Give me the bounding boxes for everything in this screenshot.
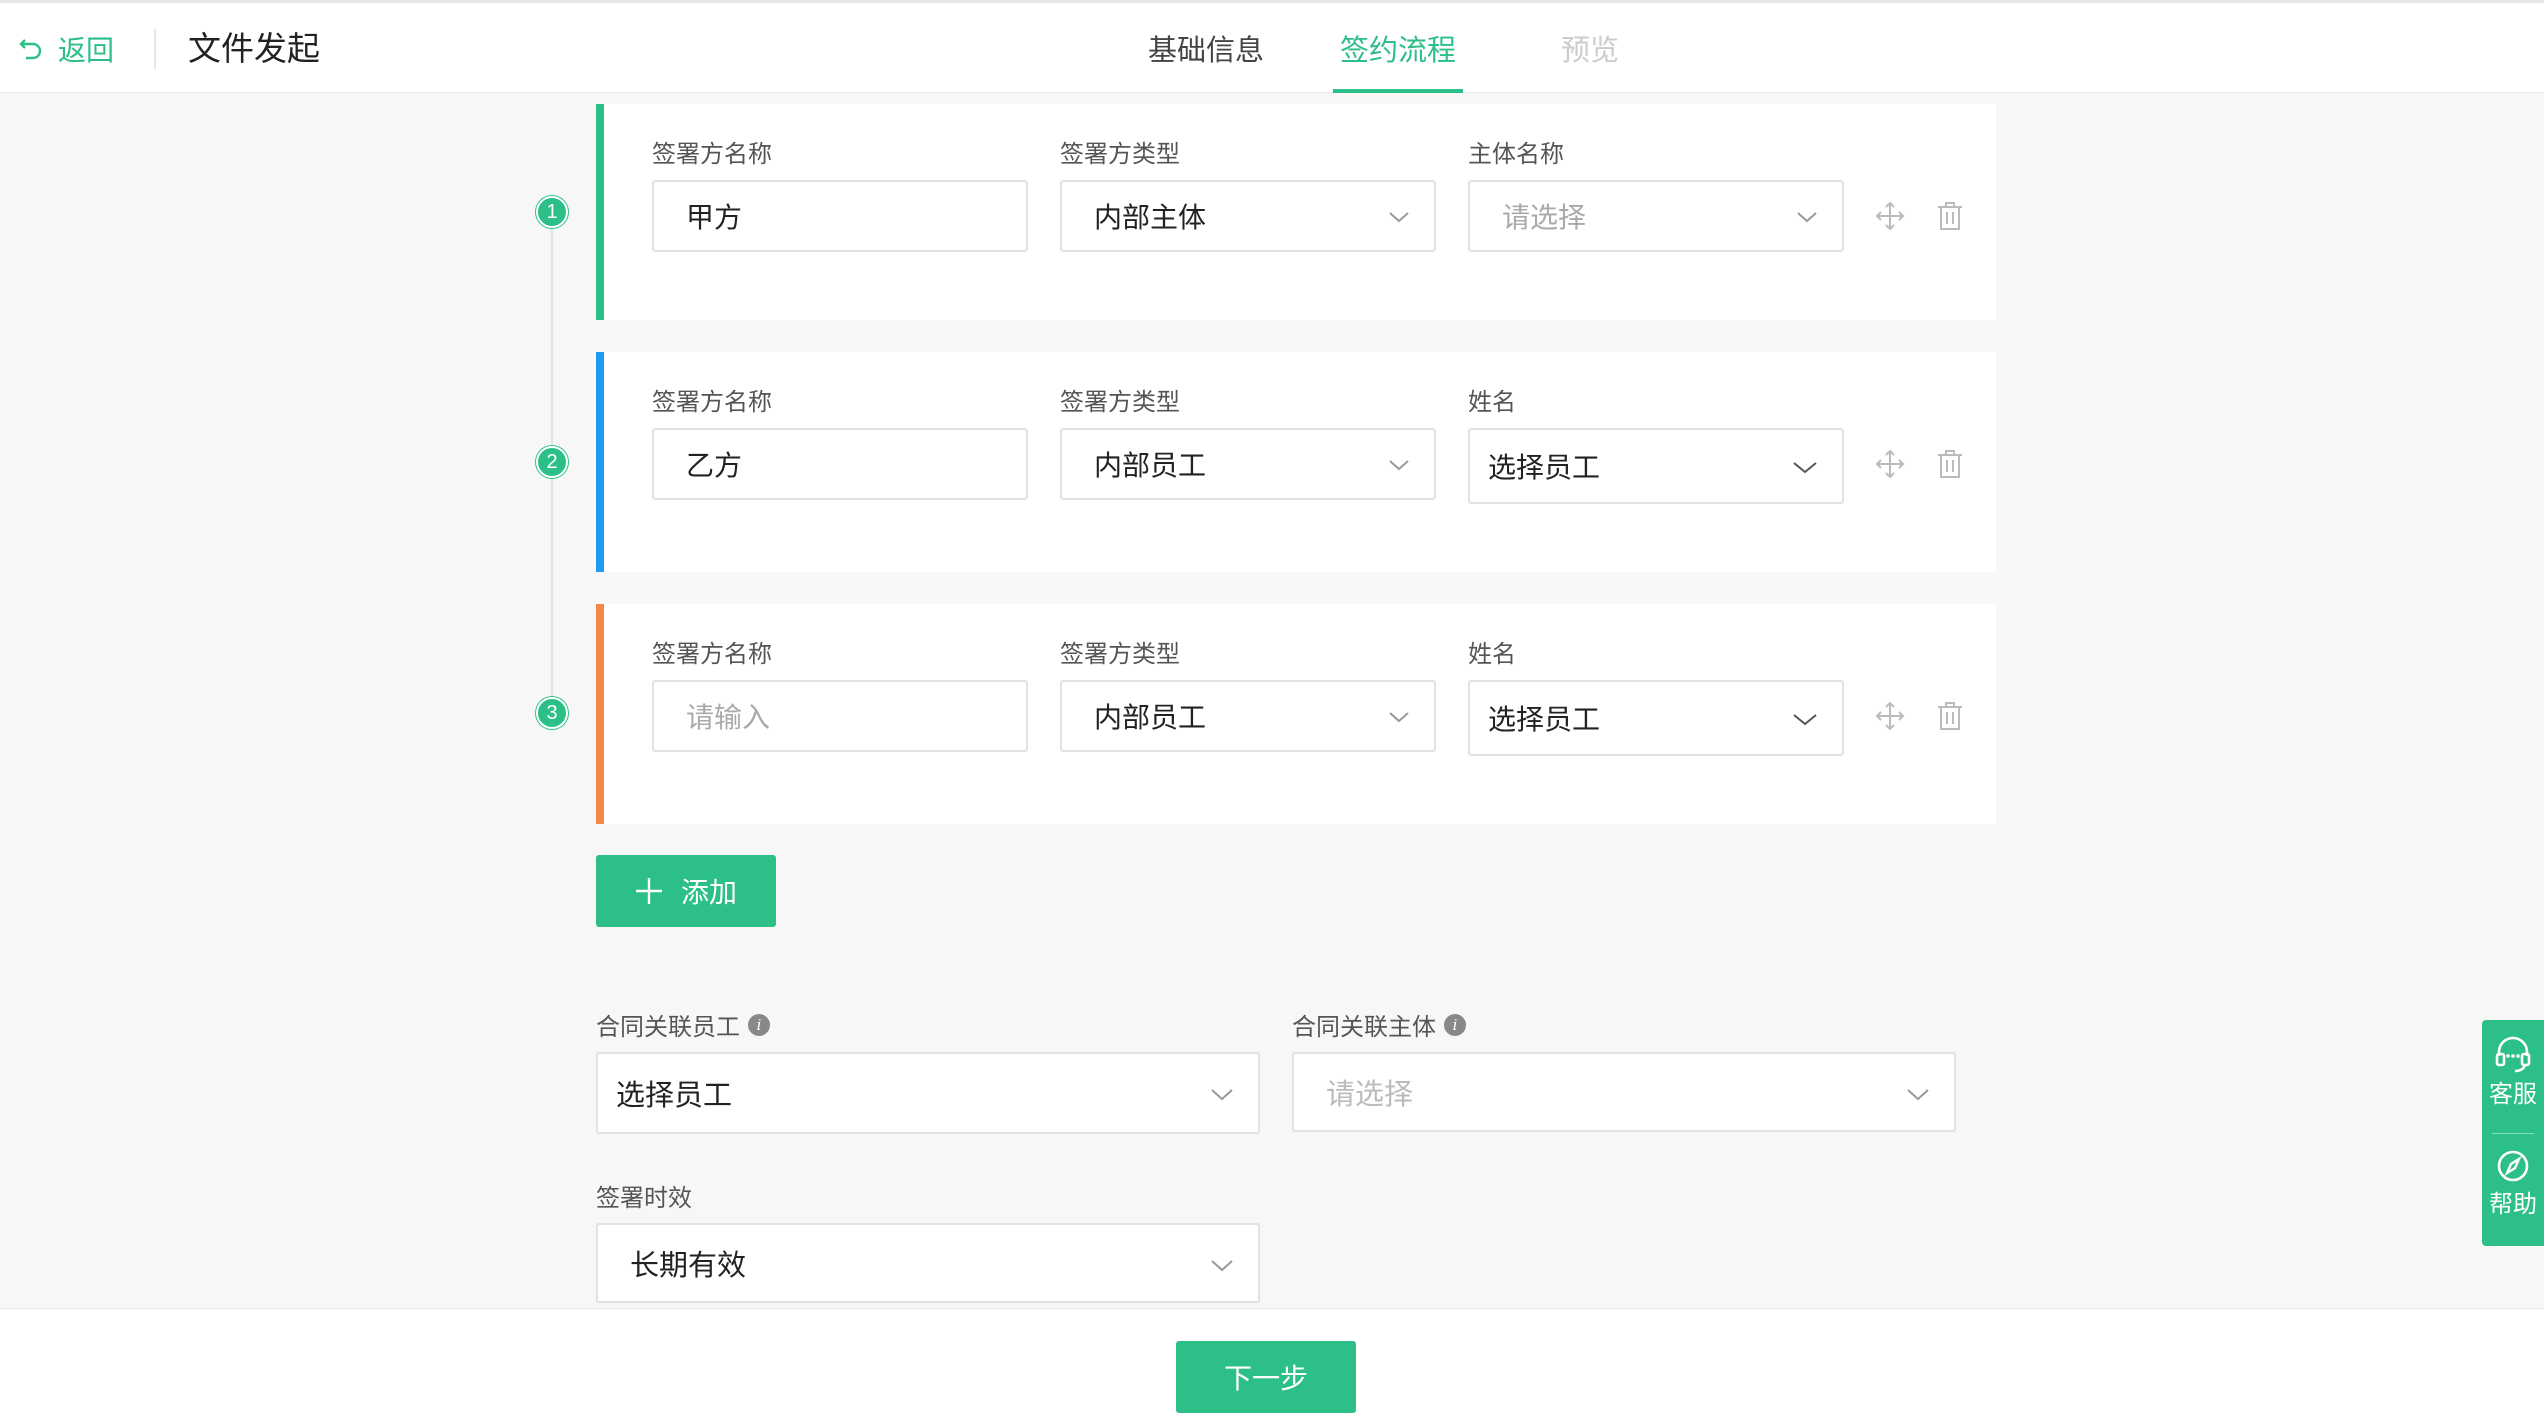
- signer-name-label: 签署方名称: [652, 141, 772, 168]
- floating-service-panel: 客服 帮助: [2482, 1020, 2544, 1246]
- signer-type-value: 内部员工: [1094, 450, 1207, 481]
- employee-select-value: 选择员工: [1488, 704, 1601, 735]
- signer-type-value: 内部主体: [1094, 202, 1207, 233]
- validity-select[interactable]: 长期有效: [596, 1223, 1260, 1303]
- related-entity-select[interactable]: 请选择: [1292, 1052, 1956, 1132]
- compass-icon: [2497, 1150, 2529, 1182]
- customer-service-button[interactable]: 客服: [2482, 1034, 2544, 1109]
- move-button[interactable]: [1872, 446, 1908, 482]
- add-signer-button[interactable]: 添加: [596, 855, 776, 927]
- employee-select[interactable]: 选择员工: [1468, 680, 1844, 756]
- move-icon: [1875, 449, 1905, 479]
- page-title: 文件发起: [188, 30, 320, 67]
- signer-type-select[interactable]: 内部员工: [1060, 428, 1436, 500]
- related-entity-placeholder: 请选择: [1326, 1079, 1414, 1111]
- step-badge-3: 3: [536, 697, 568, 729]
- signer-name-value: 乙方: [686, 450, 743, 481]
- move-button[interactable]: [1872, 198, 1908, 234]
- move-icon: [1875, 701, 1905, 731]
- header-divider: [154, 29, 156, 69]
- next-step-button[interactable]: 下一步: [1176, 1341, 1356, 1413]
- help-button[interactable]: 帮助: [2482, 1148, 2544, 1219]
- chevron-down-icon: [1389, 212, 1409, 223]
- employee-select-value: 选择员工: [1488, 452, 1601, 483]
- chevron-down-icon: [1907, 1089, 1929, 1101]
- validity-label-row: 签署时效: [596, 1178, 692, 1213]
- trash-icon: [1938, 450, 1962, 478]
- signer-color-bar: [596, 604, 604, 824]
- signer-name-placeholder: 请输入: [686, 702, 771, 733]
- chevron-down-icon: [1211, 1260, 1233, 1272]
- trash-icon: [1938, 702, 1962, 730]
- top-header: 返回 文件发起 基础信息 签约流程 预览: [0, 0, 2544, 93]
- trash-icon: [1938, 202, 1962, 230]
- add-signer-label: 添加: [680, 877, 737, 908]
- info-icon[interactable]: i: [1444, 1013, 1466, 1036]
- chevron-down-icon: [1793, 714, 1817, 726]
- signer-name-input[interactable]: 乙方: [652, 428, 1028, 500]
- signer-name-input[interactable]: 请输入: [652, 680, 1028, 752]
- back-label: 返回: [58, 35, 115, 66]
- chevron-down-icon: [1793, 462, 1817, 474]
- signer-type-select[interactable]: 内部员工: [1060, 680, 1436, 752]
- float-divider: [2492, 1133, 2534, 1134]
- related-entity-label-row: 合同关联主体 i: [1292, 1007, 1466, 1042]
- signer-card-3: 签署方名称 请输入 签署方类型 内部员工 姓名 选择员工: [596, 604, 1996, 824]
- back-icon: [19, 39, 42, 60]
- delete-button[interactable]: [1932, 446, 1968, 482]
- employee-name-label: 姓名: [1468, 389, 1516, 416]
- step-badge-1: 1: [536, 196, 568, 228]
- related-employee-select[interactable]: 选择员工: [596, 1052, 1260, 1134]
- chevron-down-icon: [1797, 212, 1817, 223]
- tab-basic-info[interactable]: 基础信息: [1110, 3, 1302, 93]
- back-button[interactable]: 返回: [18, 29, 114, 69]
- chevron-down-icon: [1389, 460, 1409, 471]
- entity-name-placeholder: 请选择: [1502, 202, 1587, 233]
- signer-type-label: 签署方类型: [1060, 389, 1180, 416]
- signer-type-select[interactable]: 内部主体: [1060, 180, 1436, 252]
- signer-name-label: 签署方名称: [652, 389, 772, 416]
- bottom-action-bar: 下一步: [0, 1308, 2544, 1422]
- step-badge-2: 2: [536, 446, 568, 478]
- entity-name-select[interactable]: 请选择: [1468, 180, 1844, 252]
- related-employee-label-row: 合同关联员工 i: [596, 1007, 770, 1042]
- employee-name-label: 姓名: [1468, 641, 1516, 668]
- signer-card-2: 签署方名称 乙方 签署方类型 内部员工 姓名 选择员工: [596, 352, 1996, 572]
- employee-select[interactable]: 选择员工: [1468, 428, 1844, 504]
- validity-label: 签署时效: [596, 1185, 692, 1212]
- signer-type-value: 内部员工: [1094, 702, 1207, 733]
- signer-card-1: 签署方名称 甲方 签署方类型 内部主体 主体名称 请选择: [596, 104, 1996, 320]
- chevron-down-icon: [1211, 1089, 1233, 1101]
- customer-service-label: 客服: [2489, 1081, 2537, 1108]
- related-entity-label: 合同关联主体: [1292, 1014, 1436, 1041]
- tab-preview[interactable]: 预览: [1494, 3, 1686, 93]
- signer-color-bar: [596, 352, 604, 572]
- signer-color-bar: [596, 104, 604, 320]
- step-tabs: 基础信息 签约流程 预览: [1110, 3, 1686, 96]
- plus-icon: [635, 878, 662, 904]
- related-employee-label: 合同关联员工: [596, 1014, 740, 1041]
- related-employee-value: 选择员工: [616, 1080, 733, 1112]
- signer-name-input[interactable]: 甲方: [652, 180, 1028, 252]
- move-icon: [1875, 201, 1905, 231]
- signer-type-label: 签署方类型: [1060, 641, 1180, 668]
- entity-name-label: 主体名称: [1468, 141, 1564, 168]
- delete-button[interactable]: [1932, 698, 1968, 734]
- headset-icon: [2495, 1036, 2531, 1073]
- signer-name-value: 甲方: [686, 202, 743, 233]
- signer-type-label: 签署方类型: [1060, 141, 1180, 168]
- chevron-down-icon: [1389, 712, 1409, 723]
- info-icon[interactable]: i: [748, 1013, 770, 1036]
- signer-name-label: 签署方名称: [652, 641, 772, 668]
- move-button[interactable]: [1872, 698, 1908, 734]
- help-label: 帮助: [2489, 1191, 2537, 1218]
- validity-value: 长期有效: [630, 1250, 747, 1282]
- delete-button[interactable]: [1932, 198, 1968, 234]
- tab-signing-flow[interactable]: 签约流程: [1302, 3, 1494, 93]
